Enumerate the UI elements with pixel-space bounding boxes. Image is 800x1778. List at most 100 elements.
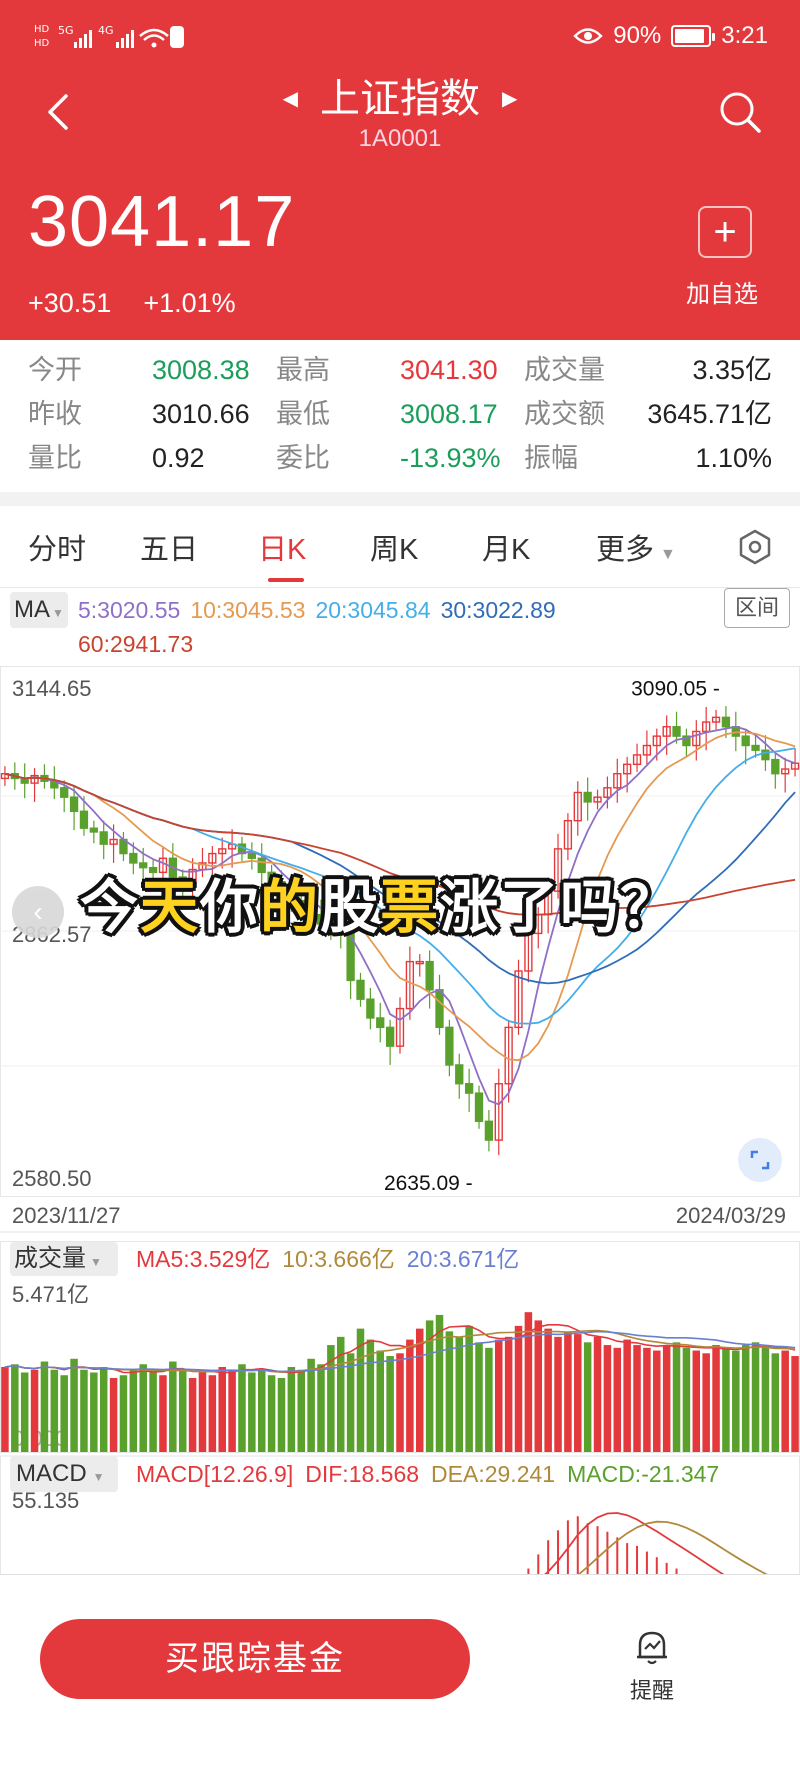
kline-chart[interactable]: 3144.652862.572580.503090.05 -2635.09 -2… [0, 666, 800, 1666]
volume-bar [781, 1350, 789, 1452]
candle-body [672, 726, 681, 737]
volume-bar [188, 1377, 197, 1452]
candle-body [99, 831, 108, 845]
range-button[interactable]: 区间 [724, 588, 790, 628]
volume-bar [99, 1367, 108, 1452]
expand-icon[interactable] [738, 1138, 782, 1182]
ma60-value: 60:2941.73 [78, 631, 194, 657]
chart-tabs: 分时 五日 日K 周K 月K 更多 ▼ [0, 506, 800, 588]
price-change: +30.51 [28, 288, 112, 318]
volume-bar [504, 1336, 513, 1452]
volume-bar [297, 1369, 305, 1452]
volume-bar [603, 1345, 612, 1452]
title-row: ◀ 上证指数 ▶ [283, 74, 518, 124]
volume-bar [376, 1350, 384, 1452]
volume-bar [583, 1342, 592, 1452]
ma-selector-label: MA [14, 596, 50, 623]
active-tab-indicator [268, 578, 304, 582]
candle-body [376, 1017, 385, 1029]
add-watchlist-button[interactable]: + [698, 206, 752, 258]
bell-icon[interactable] [632, 1627, 672, 1667]
ma30-value: 30:3022.89 [440, 597, 556, 623]
volume-value: 3.35亿 [692, 355, 772, 385]
candle-body [455, 1064, 464, 1085]
low-mark-label: 2635.09 - [384, 1172, 473, 1195]
expand-glyph [750, 1150, 770, 1170]
tab-more[interactable]: 更多 ▼ [596, 526, 676, 568]
volume-bar [228, 1369, 236, 1452]
tab-five-day[interactable]: 五日 [140, 526, 198, 568]
add-watchlist-label[interactable]: 加自选 [686, 274, 758, 309]
caption-part: 股 [320, 875, 381, 940]
volume-bar [218, 1367, 226, 1452]
chevron-down-icon: ▼ [660, 546, 676, 563]
volume-bar [267, 1375, 276, 1452]
tab-intraday[interactable]: 分时 [28, 526, 86, 568]
x-end-label: 2024/03/29 [676, 1203, 786, 1228]
bottom-bar: 买跟踪基金 提醒 [0, 1574, 800, 1778]
macd-selector[interactable]: MACD ▼ [10, 1456, 118, 1492]
volume-bar [307, 1358, 315, 1452]
search-icon[interactable] [716, 88, 764, 136]
volume-bar [257, 1369, 266, 1452]
candle-body [721, 716, 731, 728]
volume-bar [346, 1353, 355, 1452]
tab-weekly-k[interactable]: 周K [370, 526, 418, 568]
volume-bar [1, 1367, 9, 1452]
open-label: 今开 [28, 355, 82, 385]
candle-body [366, 998, 375, 1019]
volume-bar [791, 1356, 799, 1452]
tab-daily-k[interactable]: 日K [258, 526, 306, 568]
vol-ratio-label: 量比 [28, 443, 82, 473]
volume-bar [554, 1336, 562, 1452]
volume-bar [178, 1369, 187, 1452]
candle-body [583, 791, 592, 803]
ma-selector[interactable]: MA ▼ [10, 592, 68, 628]
clock: 3:21 [721, 22, 768, 49]
buy-tracking-fund-button[interactable]: 买跟踪基金 [40, 1619, 470, 1699]
network-indicators: HD HD 5G 4G [34, 20, 184, 54]
next-stock-icon[interactable]: ▶ [502, 74, 517, 124]
chevron-left-icon[interactable]: ‹ [12, 886, 64, 938]
y-max-label: 3144.65 [12, 676, 92, 701]
volume-bar [109, 1377, 118, 1452]
y-min-label: 2580.50 [12, 1166, 92, 1191]
amount-label: 成交额 [524, 399, 605, 429]
battery-icon [671, 25, 716, 47]
high-label: 最高 [276, 355, 330, 385]
prev-close-label: 昨收 [28, 399, 82, 429]
amplitude-label: 振幅 [524, 443, 578, 473]
commission-value: -13.93% [400, 443, 501, 473]
macd-dif: DIF:18.568 [305, 1461, 420, 1487]
commission-label: 委比 [276, 443, 330, 473]
page-title: 上证指数 [320, 77, 480, 121]
volume-ma-values: MA5:3.529亿 10:3.666亿 20:3.671亿 [136, 1242, 519, 1276]
macd-params: MACD[12.26.9] [136, 1461, 294, 1487]
volume-bar [198, 1372, 207, 1452]
prev-stock-icon[interactable]: ◀ [283, 74, 298, 124]
settings-hexagon-icon[interactable] [736, 528, 774, 566]
chevron-down-icon: ▼ [52, 606, 64, 620]
volume-bar [317, 1364, 325, 1452]
volume-bar [672, 1342, 681, 1452]
amplitude-value: 1.10% [695, 443, 772, 473]
volume-bar [139, 1364, 147, 1452]
volume-selector[interactable]: 成交量 ▼ [10, 1242, 118, 1276]
candle-body [60, 787, 69, 798]
volume-bar [534, 1320, 543, 1452]
volume-bar [633, 1345, 641, 1452]
candle-body [89, 827, 98, 833]
signal-icon: HD HD 5G 4G [34, 24, 184, 49]
volume-bar [574, 1334, 582, 1452]
volume-bar [396, 1353, 404, 1452]
volume-bar [623, 1339, 631, 1452]
tab-monthly-k[interactable]: 月K [482, 526, 530, 568]
volume-bar [149, 1372, 157, 1452]
candle-body [385, 1026, 395, 1047]
volume-bar [60, 1375, 68, 1452]
svg-text:HD: HD [34, 38, 50, 49]
remind-label[interactable]: 提醒 [630, 1673, 674, 1705]
ma5-value: 5:3020.55 [78, 597, 181, 623]
volume-bar [129, 1369, 138, 1452]
volume-bar [692, 1350, 701, 1452]
